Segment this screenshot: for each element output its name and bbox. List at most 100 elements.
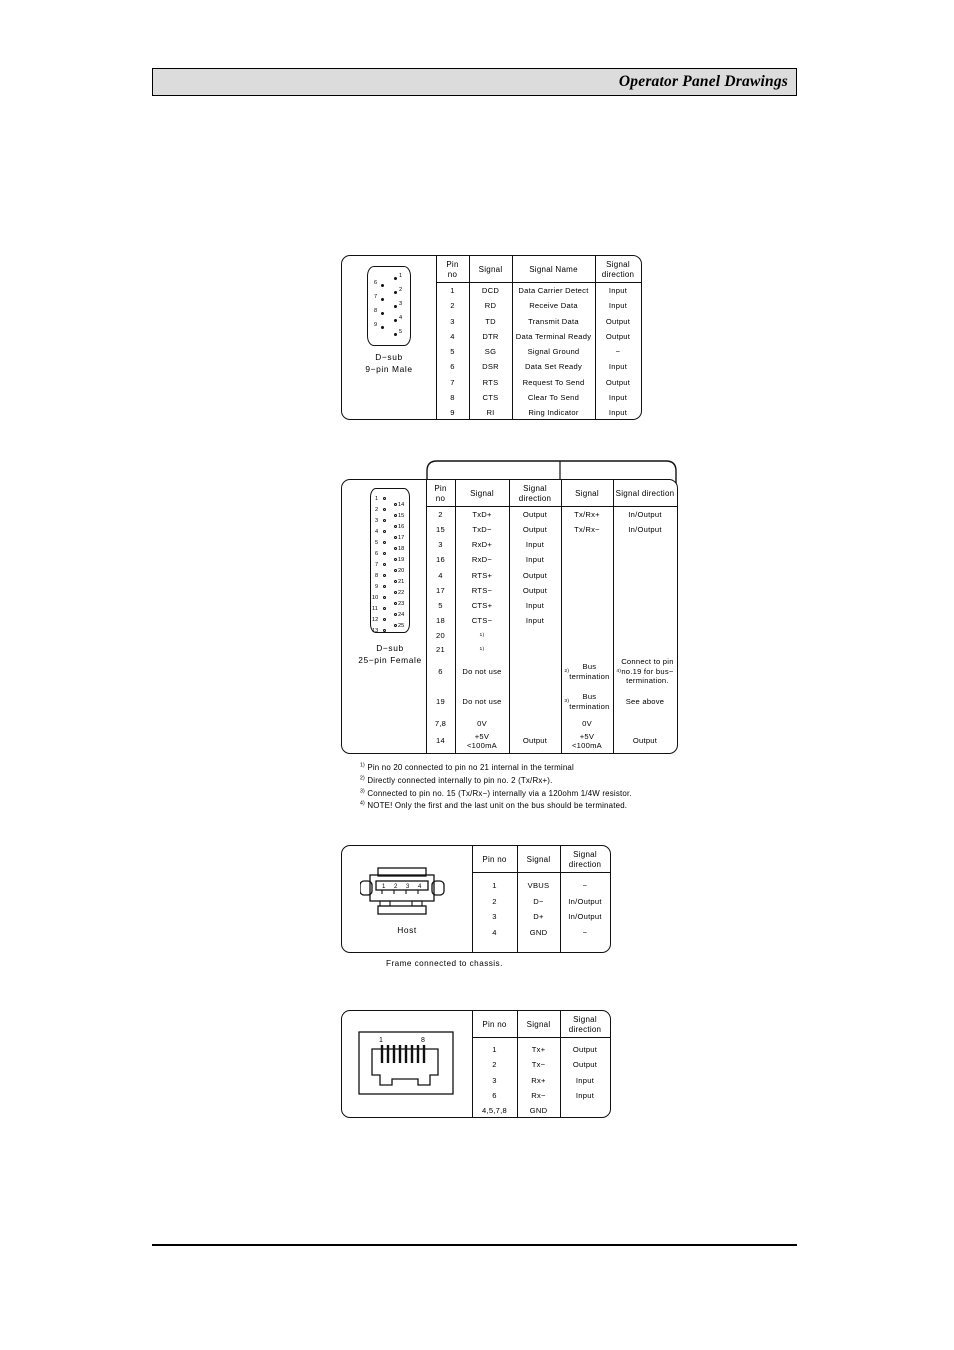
table-cell: RD [484, 301, 497, 311]
table-cell: RTS− [471, 585, 493, 595]
table-cell: Data Set Ready [524, 362, 583, 372]
table-cell: 17 [436, 585, 445, 595]
table-cell: +5V <100mA [572, 731, 602, 751]
table-cell: Input [608, 285, 628, 295]
table-cell: 3 [492, 1075, 497, 1085]
table-cell: 6 [438, 666, 443, 676]
table-cell: Input [575, 1075, 595, 1085]
svg-text:1: 1 [379, 1037, 383, 1044]
table-cell: 14 [436, 736, 445, 746]
footnote: 2) Directly connected internally to pin … [360, 775, 553, 785]
svg-text:8: 8 [421, 1037, 425, 1044]
table-cell: Tx/Rx− [574, 525, 600, 535]
table-cell: 2 [492, 1060, 497, 1070]
column-header: Pin no [446, 260, 459, 279]
table-cell: RTS [482, 377, 499, 387]
table-cell: Output [522, 570, 548, 580]
table-cell: 4) Connect to pin no.19 for bus− terminati… [616, 657, 674, 686]
table-cell: 1) [479, 632, 485, 638]
column-header: Signal [526, 855, 551, 864]
table-cell [613, 537, 677, 552]
table-cell: 20 [436, 630, 445, 640]
table-cell: Input [525, 616, 545, 626]
table-cell [561, 583, 613, 598]
column-header: Pin no [482, 855, 507, 864]
footnote: 3) Connected to pin no. 15 (Tx/Rx−) inte… [360, 787, 632, 798]
table-cell [561, 629, 613, 643]
table-cell: Tx+ [531, 1044, 546, 1054]
table-cell: In/Output [568, 912, 602, 921]
table-cell: 1 [492, 881, 497, 890]
table-cell: 5 [450, 347, 455, 357]
table-cell: Input [608, 393, 628, 402]
table-cell [561, 553, 613, 568]
table-cell: 8 [450, 393, 455, 402]
table-cell: Data Carrier Detect [518, 285, 589, 295]
table-cell: Rx− [531, 1090, 546, 1100]
table-cell: 3 [438, 540, 443, 550]
table-cell: D+ [533, 912, 544, 921]
table-cell: Input [525, 540, 545, 550]
table-cell [561, 568, 613, 583]
table-cell: Output [522, 525, 548, 535]
table-cell: CTS [482, 393, 499, 402]
table-cell [561, 643, 613, 657]
table-cell [509, 717, 561, 732]
table-cell: 18 [436, 616, 445, 626]
table-cell: 7 [450, 377, 455, 387]
table-cell [613, 643, 677, 657]
table-cell: Output [632, 736, 658, 746]
table-cell: D− [533, 896, 544, 906]
column-header: Pin no [482, 1020, 507, 1029]
table-cell: 2 [492, 896, 497, 906]
footnote: 4) NOTE! Only the first and the last uni… [360, 800, 628, 811]
table-cell: Clear To Send [527, 393, 580, 402]
table-cell: Request To Send [522, 377, 585, 387]
table-cell: See above [625, 696, 665, 706]
column-header: Signal [478, 265, 503, 274]
table-cell: 21 [436, 644, 445, 654]
svg-text:2: 2 [394, 884, 398, 890]
table-cell: 3 [450, 316, 455, 326]
table-cell: 6 [450, 362, 455, 372]
dsub25-connector-label: D−sub 25−pin Female [358, 643, 422, 666]
table-cell: 7,8 [434, 719, 447, 729]
table-cell: − [615, 347, 621, 357]
table-cell [509, 643, 561, 657]
table-cell: Tx/Rx+ [574, 509, 600, 519]
table-cell: TD [485, 316, 496, 326]
figure-dsub25-pinout: 1 2 3 4 5 6 7 8 9 10 11 12 13 14 15 16 1… [341, 479, 678, 754]
figure-footnotes: 1) Pin no 20 connected to pin no 21 inte… [360, 762, 690, 813]
table-cell [613, 553, 677, 568]
table-cell: 4 [492, 927, 497, 937]
usb-connector-label: Host [397, 925, 417, 935]
table-cell: Do not use [462, 666, 502, 676]
table-cell: Transmit Data [528, 316, 579, 326]
table-cell: RTS+ [471, 570, 493, 580]
table-cell: TxD+ [472, 509, 492, 519]
column-header: Signal direction [518, 484, 552, 503]
table-cell: GND [529, 927, 548, 937]
table-cell: − [582, 881, 588, 890]
column-header: Signal [575, 489, 599, 498]
svg-text:3: 3 [406, 884, 410, 890]
table-cell: 3) Bus termination [564, 692, 610, 711]
table-cell: Output [572, 1060, 598, 1070]
table-cell: CTS+ [471, 601, 493, 611]
table-cell: Do not use [462, 696, 502, 706]
table-cell [613, 583, 677, 598]
table-cell: 1) [479, 646, 485, 652]
table-cell: Input [608, 362, 628, 372]
table-cell: DCD [481, 285, 500, 295]
column-header: Pin no [434, 484, 447, 503]
table-cell: Rx+ [531, 1075, 546, 1085]
table-cell [509, 657, 561, 687]
column-header: Signal [526, 1020, 551, 1029]
table-cell: SG [484, 347, 497, 357]
column-header: Signal [470, 489, 494, 498]
table-cell: 2 [450, 301, 455, 311]
table-cell: Input [525, 555, 545, 565]
table-cell: GND [529, 1106, 548, 1116]
table-cell: 5 [438, 601, 443, 611]
table-cell: 6 [492, 1090, 497, 1100]
